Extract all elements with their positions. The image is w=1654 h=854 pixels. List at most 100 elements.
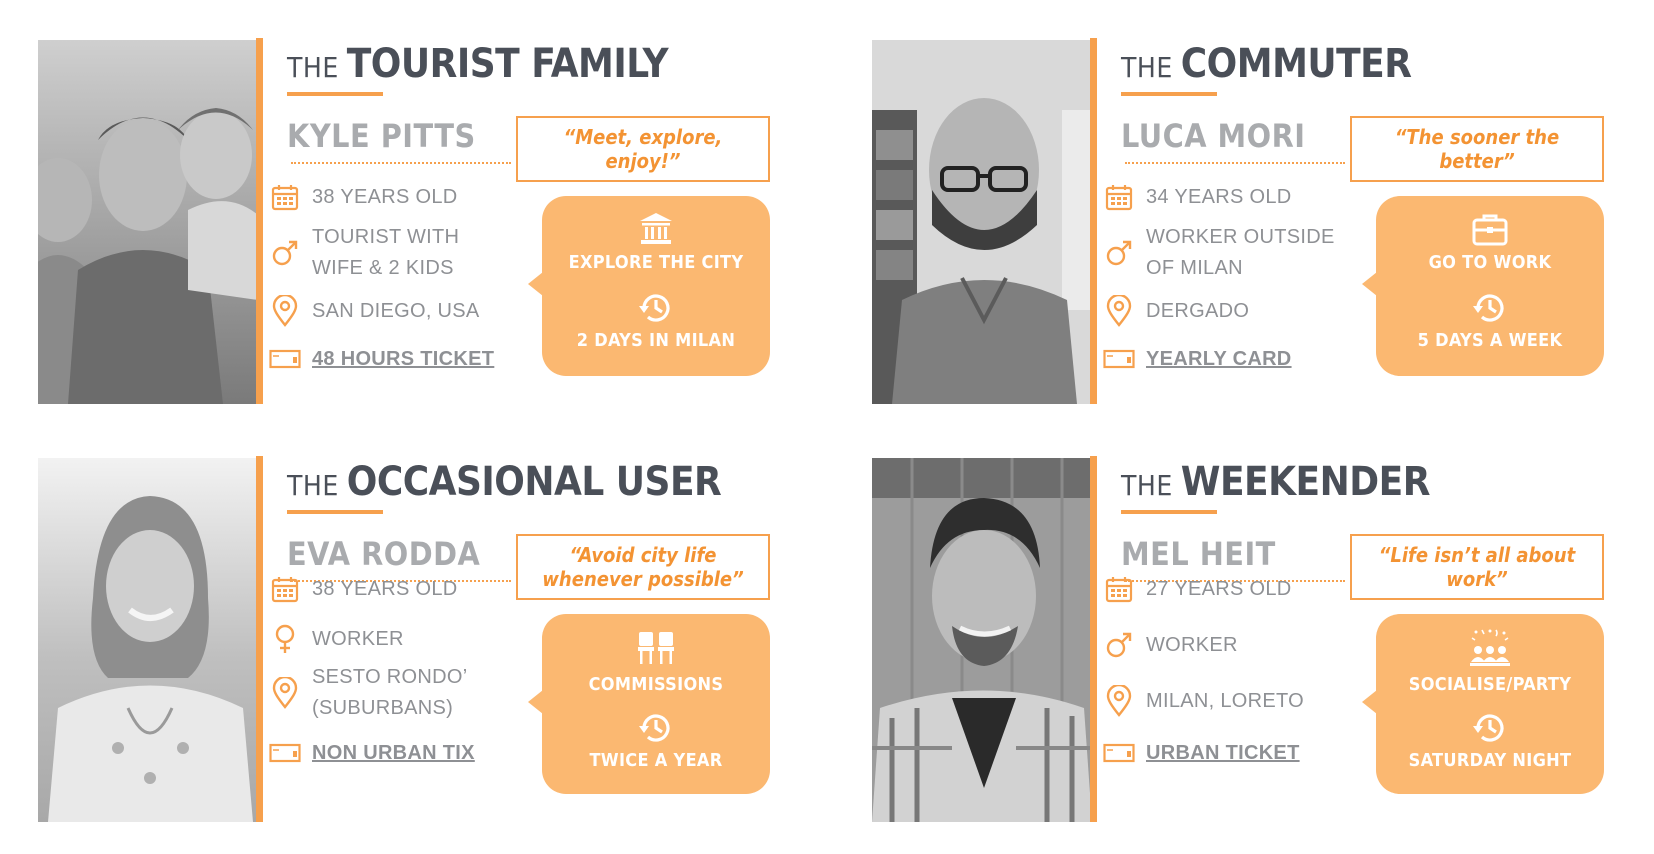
location-text: SAN DIEGO, USA [312,299,480,322]
dotted-connector [1125,162,1345,164]
persona-photo [38,40,258,404]
persona-title: THE TOURIST FAMILY [287,38,669,98]
location-row: SAN DIEGO, USA [268,294,480,328]
title-main: COMMUTER [1180,41,1412,87]
goal-text: SOCIALISE/PARTY [1408,674,1572,695]
role-row: WORKER [1102,628,1238,662]
age-row: 38 YEARS OLD [268,572,458,606]
location-text: DERGADO [1146,299,1250,322]
role-text: TOURIST WITH WIFE & 2 KIDS [312,226,460,279]
age-text: 38 YEARS OLD [312,577,458,600]
calendar-icon [1102,572,1136,606]
location-pin-icon [1102,294,1136,328]
age-text: 38 YEARS OLD [312,185,458,208]
goal-text: EXPLORE THE CITY [568,252,744,273]
accent-divider [256,38,263,404]
accent-divider [1090,38,1097,404]
ticket-link[interactable]: NON URBAN TIX [312,738,475,769]
location-text: SESTO RONDO’ (SUBURBANS) [312,666,468,719]
goal-text: GO TO WORK [1428,252,1552,273]
location-row: SESTO RONDO’ (SUBURBANS) [268,662,467,724]
frequency-text: TWICE A YEAR [589,750,723,771]
museum-icon [542,212,770,246]
title-underline [287,510,383,514]
persona-card-commuter: THE COMMUTER LUCA MORI “The sooner the be… [872,38,1632,408]
accent-divider [1090,456,1097,822]
persona-quote: “Life isn’t all about work” [1378,543,1576,591]
role-row: WORKER [268,622,404,656]
location-row: DERGADO [1102,294,1249,328]
title-prefix: THE [1121,469,1173,502]
goal-text: COMMISSIONS [588,674,724,695]
title-prefix: THE [287,51,339,84]
commuter-photo-image [872,40,1092,404]
goal-bubble: GO TO WORK 5 DAYS A WEEK [1362,196,1604,376]
briefcase-icon [1376,212,1604,246]
frequency-text: 2 DAYS IN MILAN [576,330,736,351]
persona-quote-box: “Avoid city life whenever possible” [516,534,770,600]
persona-quote-box: “Meet, explore, enjoy!” [516,116,770,182]
title-main: WEEKENDER [1180,459,1431,505]
role-text: WORKER [312,627,404,650]
persona-quote-box: “Life isn’t all about work” [1350,534,1604,600]
title-underline [1121,92,1217,96]
persona-photo [872,458,1092,822]
persona-photo [872,40,1092,404]
chairs-icon [542,630,770,666]
persona-name: KYLE PITTS [287,117,476,155]
ticket-icon [268,736,302,770]
persona-name: MEL HEIT [1121,535,1276,573]
weekender-photo-image [872,458,1092,822]
title-main: OCCASIONAL USER [346,459,722,505]
woman-photo-image [38,458,258,822]
male-icon [268,236,302,270]
persona-card-weekender: THE WEEKENDER MEL HEIT “Life isn’t all ab… [872,456,1632,826]
dotted-connector [291,162,511,164]
persona-title: THE OCCASIONAL USER [287,456,722,516]
persona-title: THE WEEKENDER [1121,456,1430,516]
age-row: 34 YEARS OLD [1102,180,1292,214]
calendar-icon [268,572,302,606]
persona-card-tourist-family: THE TOURIST FAMILY KYLE PITTS “Meet, expl… [38,38,798,408]
persona-photo [38,458,258,822]
title-main: TOURIST FAMILY [346,41,669,87]
role-row: TOURIST WITH WIFE & 2 KIDS [268,222,459,284]
persona-title: THE COMMUTER [1121,38,1412,98]
ticket-row: YEARLY CARD [1102,342,1292,376]
frequency-text: SATURDAY NIGHT [1408,750,1572,771]
ticket-link[interactable]: URBAN TICKET [1146,738,1300,769]
history-clock-icon [542,710,770,746]
female-icon [268,622,302,656]
age-text: 27 YEARS OLD [1146,577,1292,600]
title-underline [1121,510,1217,514]
location-text: MILAN, LORETO [1146,689,1305,712]
location-pin-icon [268,294,302,328]
male-icon [1102,628,1136,662]
goal-bubble: EXPLORE THE CITY 2 DAYS IN MILAN [528,196,770,376]
frequency-text: 5 DAYS A WEEK [1417,330,1563,351]
persona-quote-box: “The sooner the better” [1350,116,1604,182]
ticket-link[interactable]: 48 HOURS TICKET [312,344,494,375]
persona-name: EVA RODDA [287,535,481,573]
ticket-row: NON URBAN TIX [268,736,475,770]
male-icon [1102,236,1136,270]
party-icon [1376,628,1604,668]
role-text: WORKER OUTSIDE OF MILAN [1146,226,1335,279]
ticket-icon [1102,736,1136,770]
history-clock-icon [542,290,770,326]
age-row: 38 YEARS OLD [268,180,458,214]
accent-divider [256,456,263,822]
location-row: MILAN, LORETO [1102,684,1304,718]
role-row: WORKER OUTSIDE OF MILAN [1102,222,1335,284]
history-clock-icon [1376,290,1604,326]
persona-name: LUCA MORI [1121,117,1306,155]
calendar-icon [1102,180,1136,214]
goal-bubble: SOCIALISE/PARTY SATURDAY NIGHT [1362,614,1604,794]
ticket-icon [1102,342,1136,376]
age-row: 27 YEARS OLD [1102,572,1292,606]
persona-quote: “Meet, explore, enjoy!” [563,125,723,173]
title-prefix: THE [287,469,339,502]
age-text: 34 YEARS OLD [1146,185,1292,208]
ticket-link[interactable]: YEARLY CARD [1146,344,1292,375]
ticket-row: URBAN TICKET [1102,736,1300,770]
